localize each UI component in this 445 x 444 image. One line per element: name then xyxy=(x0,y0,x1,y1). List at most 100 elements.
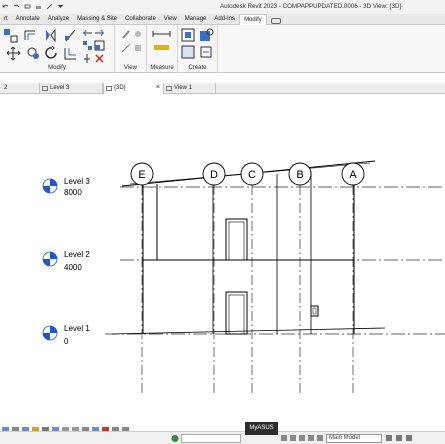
print-icon[interactable] xyxy=(35,3,42,10)
aligned-dimension-icon[interactable] xyxy=(152,42,172,53)
grid-label-e: E xyxy=(138,169,145,181)
panel-create-label: Create xyxy=(188,65,207,71)
elevation-view-icon xyxy=(166,86,172,91)
tab-view[interactable]: View xyxy=(160,14,181,25)
grid-head-e[interactable]: E xyxy=(130,162,154,186)
status-workset-field[interactable] xyxy=(181,434,241,443)
linework-icon[interactable] xyxy=(121,43,132,54)
level-name-1: Level 1 xyxy=(64,324,90,333)
create-group-icon[interactable] xyxy=(181,45,196,60)
override-graphics-icon[interactable] xyxy=(121,29,132,40)
panel-measure-label: Measure xyxy=(150,65,174,71)
view-tab-level-2[interactable]: 2 xyxy=(0,83,40,94)
grid-head-b[interactable]: B xyxy=(288,162,312,186)
close-tab-icon[interactable]: × xyxy=(156,84,160,91)
panel-view-label: View xyxy=(124,65,137,71)
panel-modify: Modify xyxy=(0,25,115,73)
grid-label-b: B xyxy=(296,169,303,181)
delete-icon[interactable] xyxy=(94,53,105,64)
ribbon-toggle-icon xyxy=(270,17,281,24)
level-name-3: Level 3 xyxy=(64,177,90,186)
thin-lines-icon[interactable] xyxy=(46,3,53,10)
tab-architecture[interactable]: rt xyxy=(0,14,12,25)
underlay-icon[interactable] xyxy=(299,435,305,441)
hide-element-icon[interactable] xyxy=(133,29,144,40)
grid-head-a[interactable]: A xyxy=(341,162,365,186)
select-face-icon[interactable] xyxy=(317,435,323,441)
links-icon[interactable] xyxy=(290,435,296,441)
tab-manage[interactable]: Manage xyxy=(181,14,211,25)
level-head-3[interactable]: Level 3 8000 xyxy=(42,177,90,197)
level-head-2[interactable]: Level 2 4000 xyxy=(42,250,90,272)
door-upper-frame xyxy=(228,221,245,261)
offset-icon[interactable] xyxy=(23,28,38,43)
trim-extend-icon[interactable] xyxy=(63,46,78,61)
tab-massing-site[interactable]: Massing & Site xyxy=(73,14,121,25)
panel-create: Create xyxy=(178,25,218,73)
scale-icon[interactable] xyxy=(94,40,105,51)
array-icon[interactable] xyxy=(82,40,93,51)
measure-icon[interactable] xyxy=(24,3,31,10)
rotate-icon[interactable] xyxy=(44,46,59,61)
ground-line xyxy=(111,327,386,335)
grid-label-a: A xyxy=(349,169,357,181)
trim-icon[interactable] xyxy=(94,28,105,39)
pinned-icon[interactable] xyxy=(308,435,314,441)
move-icon[interactable] xyxy=(6,46,21,61)
ribbon-panel-area: Modify View Measure Create xyxy=(0,25,445,73)
pin-icon[interactable] xyxy=(82,53,93,64)
view-tab-label: {3D} xyxy=(114,85,126,91)
tab-add-ins[interactable]: Add-Ins xyxy=(210,14,239,25)
panel-view: View xyxy=(115,25,147,73)
align-icon[interactable] xyxy=(3,28,18,43)
level-head-1[interactable]: Level 1 0 xyxy=(42,324,90,346)
copy-icon[interactable] xyxy=(26,46,41,61)
level-elevation-3: 8000 xyxy=(64,188,82,197)
door-lower-frame xyxy=(228,294,245,335)
create-assembly-icon[interactable] xyxy=(181,28,196,43)
tab-annotate[interactable]: Annotate xyxy=(12,14,44,25)
view-tab-level-3[interactable]: Level 3 xyxy=(40,83,103,94)
tab-collaborate[interactable]: Collaborate xyxy=(121,14,160,25)
level-name-2: Level 2 xyxy=(64,250,90,259)
grid-head-d[interactable]: D xyxy=(202,162,226,186)
floor-plan-icon xyxy=(42,86,48,91)
model-selector[interactable]: Main Model xyxy=(326,434,382,443)
elevation-drawing: E D C B A Level 3 8000 Level 2 4000 Leve… xyxy=(42,160,445,394)
grid-label-d: D xyxy=(210,169,218,181)
grid-label-c: C xyxy=(248,169,256,181)
mirror-icon[interactable] xyxy=(43,28,58,43)
window-small[interactable] xyxy=(310,305,319,317)
revit-window: Autodesk Revit 2023 - COMPAPPUPDATED.000… xyxy=(0,0,445,444)
select-links-icon[interactable] xyxy=(406,435,412,441)
tab-analyze[interactable]: Analyze xyxy=(44,14,73,25)
tab-modify[interactable]: Modify xyxy=(239,14,267,25)
grid-head-c[interactable]: C xyxy=(240,162,264,186)
view-tab-view-1[interactable]: View 1 xyxy=(164,83,216,94)
level-elevation-1: 0 xyxy=(64,337,69,346)
mirror-draw-icon[interactable] xyxy=(63,28,78,43)
measure-distance-icon[interactable] xyxy=(152,29,172,40)
design-option-icon[interactable] xyxy=(281,435,287,441)
create-parts-icon[interactable] xyxy=(199,28,214,43)
filter-icon[interactable] xyxy=(386,435,392,441)
undo-icon[interactable] xyxy=(2,3,9,10)
create-similar-icon[interactable] xyxy=(199,45,214,60)
redo-icon[interactable] xyxy=(13,3,20,10)
contextual-tab-toggle[interactable] xyxy=(267,14,285,25)
drawing-canvas[interactable]: E D C B A Level 3 8000 Level 2 4000 Leve… xyxy=(0,94,445,424)
3d-view-icon xyxy=(106,86,112,91)
status-right-icons xyxy=(386,435,412,441)
drag-elements-icon[interactable] xyxy=(396,435,402,441)
dropdown-icon[interactable] xyxy=(57,3,64,10)
split-icon[interactable] xyxy=(82,28,93,39)
window-small-inner xyxy=(312,307,317,315)
grid-lines xyxy=(141,185,354,394)
view-tab-label: 2 xyxy=(4,85,8,91)
paint-icon[interactable] xyxy=(133,43,144,54)
title-bar: Autodesk Revit 2023 - COMPAPPUPDATED.000… xyxy=(0,0,445,14)
view-tab-label: View 1 xyxy=(174,85,192,91)
view-control-bar xyxy=(0,422,445,433)
view-tab-3d[interactable]: {3D} × xyxy=(103,83,164,94)
workset-icon[interactable] xyxy=(170,434,180,443)
